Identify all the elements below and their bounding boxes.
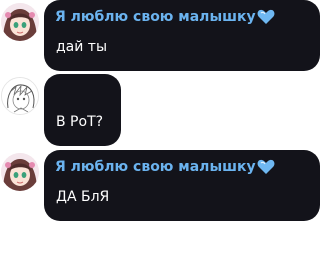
sender-name-label[interactable]: Я люблю свою малышку bbox=[55, 9, 256, 25]
sender-name-label[interactable]: Я люблю свою малышку bbox=[55, 159, 256, 175]
avatar[interactable] bbox=[1, 77, 39, 115]
sender-name[interactable]: Я люблю свою малышку bbox=[55, 9, 275, 25]
blue-heart-icon bbox=[257, 159, 275, 174]
avatar[interactable] bbox=[1, 3, 39, 41]
sender-name[interactable]: Я люблю свою малышку bbox=[55, 159, 275, 175]
avatar[interactable] bbox=[1, 153, 39, 191]
message-text: В РоТ? bbox=[56, 114, 104, 130]
message-bubble[interactable]: В РоТ? bbox=[44, 74, 121, 146]
message-text: дай ты bbox=[56, 39, 108, 55]
message-bubble[interactable]: Я люблю свою малышку ДА БлЯ bbox=[44, 150, 320, 221]
blue-heart-icon bbox=[257, 9, 275, 24]
message-bubble[interactable]: Я люблю свою малышку дай ты bbox=[44, 0, 320, 71]
message-text: ДА БлЯ bbox=[56, 189, 110, 205]
